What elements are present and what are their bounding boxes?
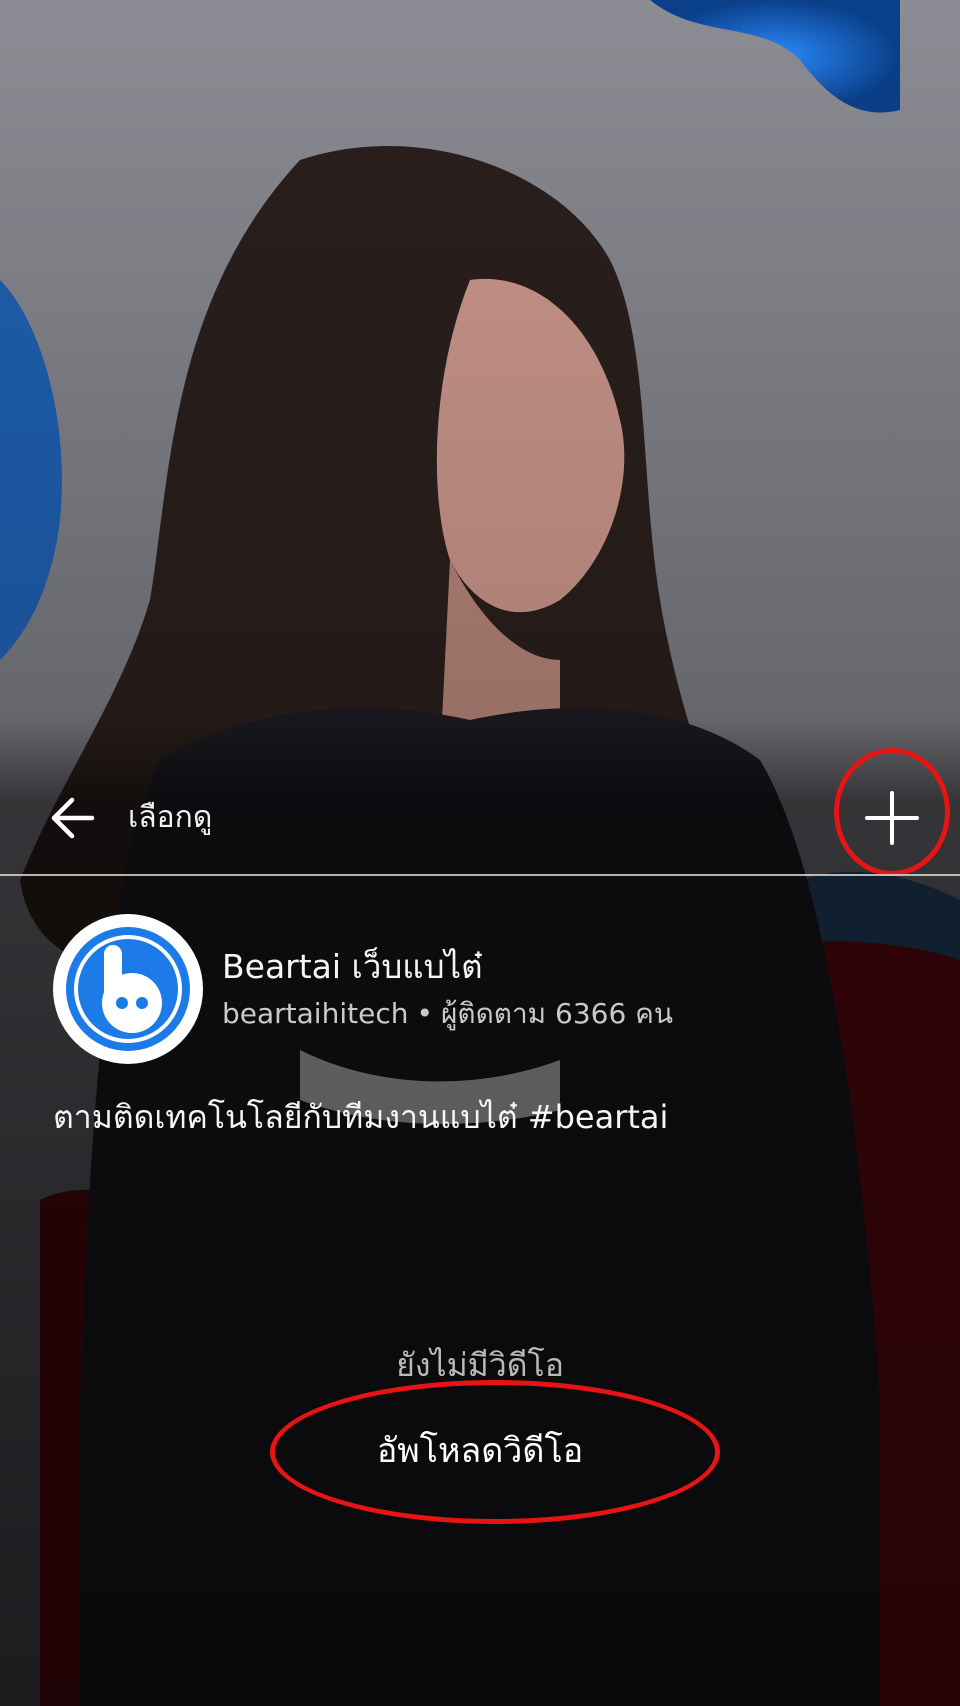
back-button[interactable]	[44, 790, 100, 846]
channel-description: ตามติดเทคโนโลยีกับทีมงานแบไต๋ #beartai	[53, 1098, 669, 1136]
plus-icon	[865, 791, 919, 845]
screen: เลือกดู Beartai เว็บแบไต๋ beartaihitech •…	[0, 0, 960, 1706]
channel-avatar[interactable]	[53, 914, 203, 1064]
divider	[0, 874, 960, 876]
beartai-logo-icon	[60, 921, 196, 1057]
upload-video-button[interactable]: อัพโหลดวิดีโอ	[300, 1422, 660, 1480]
add-button[interactable]	[862, 788, 922, 848]
channel-handle: beartaihitech	[222, 997, 409, 1030]
follower-count: ผู้ติดตาม 6366 คน	[440, 997, 674, 1030]
arrow-left-icon	[51, 797, 95, 839]
empty-state-message: ยังไม่มีวิดีโอ	[396, 1346, 564, 1384]
channel-name[interactable]: Beartai เว็บแบไต๋	[222, 944, 483, 990]
channel-meta: beartaihitech • ผู้ติดตาม 6366 คน	[222, 994, 673, 1034]
meta-separator: •	[416, 997, 433, 1030]
page-title: เลือกดู	[128, 800, 213, 835]
top-bar: เลือกดู	[0, 760, 960, 876]
